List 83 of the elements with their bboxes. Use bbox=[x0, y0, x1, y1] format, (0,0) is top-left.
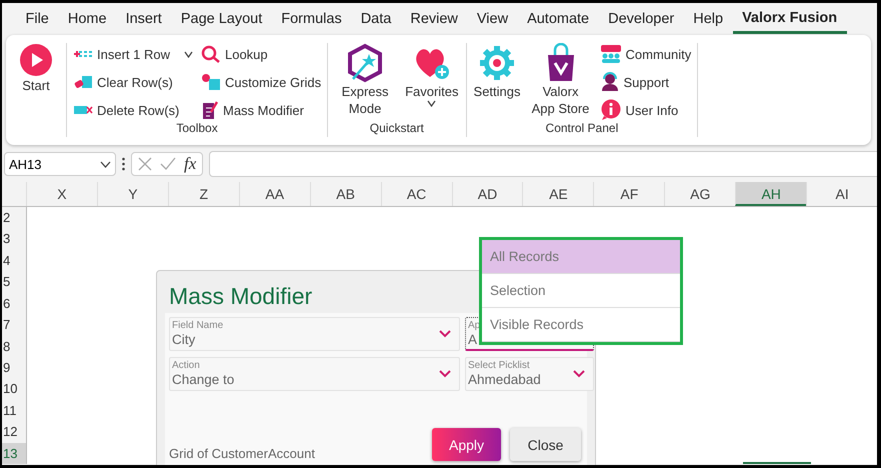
row-header[interactable]: 11 bbox=[2, 400, 26, 422]
row-header[interactable]: 3 bbox=[2, 228, 26, 250]
dropdown-field[interactable]: Select Picklist Ahmedabad bbox=[465, 357, 594, 391]
field-label: Action bbox=[172, 360, 200, 372]
column-header[interactable]: Y bbox=[96, 182, 168, 206]
ribbon-button[interactable]: Express Mode bbox=[334, 43, 396, 117]
ribbon-button[interactable]: Settings bbox=[472, 43, 522, 100]
ribbon-tab[interactable]: Help bbox=[684, 4, 733, 34]
column-header[interactable]: AI bbox=[806, 182, 877, 206]
row-header[interactable]: 4 bbox=[2, 250, 26, 272]
chevron-icon bbox=[439, 370, 451, 378]
dialog-title: Mass Modifier bbox=[169, 283, 312, 311]
column-header[interactable]: AA bbox=[238, 182, 310, 206]
chevron-icon bbox=[439, 330, 451, 338]
column-header[interactable]: X bbox=[26, 182, 97, 206]
row-header[interactable]: 7 bbox=[2, 314, 26, 336]
dropdown-field[interactable]: Action Change to bbox=[169, 357, 460, 391]
notepad-pen-icon bbox=[200, 100, 219, 120]
ribbon-tab[interactable]: File bbox=[16, 4, 58, 34]
insert-function-button[interactable]: fx bbox=[184, 154, 196, 174]
group-label: Control Panel bbox=[544, 121, 620, 137]
row-header[interactable]: 10 bbox=[2, 378, 26, 400]
ribbon-button[interactable]: Valorx App Store bbox=[530, 43, 592, 117]
field-value: City bbox=[172, 332, 196, 348]
play-icon bbox=[19, 43, 53, 77]
more-icon bbox=[122, 157, 125, 171]
row-header[interactable]: 5 bbox=[2, 271, 26, 293]
caret-icon bbox=[100, 160, 111, 168]
ribbon-tab[interactable]: View bbox=[467, 4, 518, 34]
ribbon-button[interactable]: Insert 1 Row bbox=[73, 43, 193, 65]
close-button[interactable]: Close bbox=[510, 428, 581, 461]
apply-button[interactable]: Apply bbox=[432, 428, 501, 461]
ribbon-button[interactable]: Favorites bbox=[404, 43, 460, 107]
ribbon-tab[interactable]: Home bbox=[58, 4, 116, 34]
ribbon-tab[interactable]: Formulas bbox=[272, 4, 352, 34]
column-header[interactable]: AH bbox=[735, 182, 806, 206]
row-header[interactable]: 12 bbox=[2, 421, 26, 443]
eraser-icon bbox=[73, 74, 93, 90]
ribbon-button[interactable]: Community bbox=[600, 43, 692, 65]
ribbon-tab[interactable]: Page Layout bbox=[171, 4, 272, 34]
ribbon-button[interactable]: Support bbox=[600, 71, 692, 93]
grid-name: Grid of CustomerAccount bbox=[169, 446, 315, 461]
field-value: Change to bbox=[172, 372, 234, 388]
check-icon bbox=[160, 157, 176, 171]
field-label: Field Name bbox=[172, 320, 224, 332]
row-header[interactable]: 8 bbox=[2, 336, 26, 357]
column-header[interactable]: AB bbox=[310, 182, 381, 206]
column-header[interactable]: Z bbox=[168, 182, 239, 206]
chevron-icon bbox=[573, 370, 585, 378]
ribbon-tab[interactable]: Automate bbox=[518, 4, 599, 34]
dropdown-field[interactable]: Field Name City bbox=[169, 317, 460, 351]
headset-person-icon bbox=[600, 72, 620, 92]
field-value: A bbox=[468, 332, 478, 348]
row-header[interactable]: 9 bbox=[2, 356, 26, 378]
column-header[interactable]: AD bbox=[452, 182, 522, 206]
group-label: Quickstart bbox=[368, 121, 425, 137]
column-header[interactable]: AC bbox=[380, 182, 452, 206]
ribbon-button[interactable]: Clear Row(s) bbox=[73, 71, 193, 93]
ribbon-tab[interactable]: Insert bbox=[116, 4, 172, 34]
active-cell-border bbox=[743, 462, 811, 464]
ribbon-button[interactable]: Customize Grids bbox=[200, 71, 322, 93]
ribbon-button[interactable]: Lookup bbox=[200, 43, 322, 65]
ribbon-button[interactable]: Mass Modifier bbox=[200, 99, 322, 121]
ribbon-tab[interactable]: Data bbox=[351, 4, 401, 34]
field-label: Select Picklist bbox=[468, 360, 530, 372]
people-icon bbox=[600, 44, 622, 64]
ribbon-button[interactable]: User Info bbox=[600, 99, 692, 121]
name-box[interactable]: AH13 bbox=[4, 152, 116, 176]
info-icon bbox=[600, 99, 622, 121]
formula-input[interactable] bbox=[209, 151, 877, 177]
column-header[interactable]: AF bbox=[593, 182, 664, 206]
ribbon-tab[interactable]: Developer bbox=[598, 4, 684, 34]
ribbon-button[interactable]: Delete Row(s) bbox=[73, 99, 193, 121]
group-label: Toolbox bbox=[175, 121, 219, 137]
column-header[interactable]: AE bbox=[522, 182, 594, 206]
ribbon-button[interactable]: Start bbox=[12, 43, 60, 94]
search-icon bbox=[200, 45, 221, 63]
field-value: Ahmedabad bbox=[468, 372, 541, 388]
ribbon-tab[interactable]: Review bbox=[400, 4, 468, 34]
row-header[interactable]: 2 bbox=[2, 207, 26, 228]
row-header[interactable]: 13 bbox=[2, 442, 26, 464]
close-icon bbox=[138, 157, 152, 171]
row-header[interactable]: 6 bbox=[2, 292, 26, 314]
